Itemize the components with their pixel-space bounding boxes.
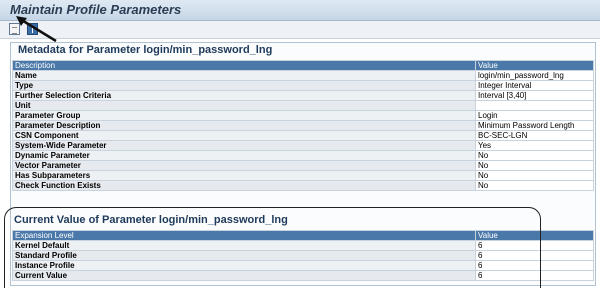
row-label: Standard Profile: [12, 250, 476, 261]
row-label: CSN Component: [12, 130, 476, 141]
column-header-value[interactable]: Value: [475, 230, 594, 241]
column-header-description[interactable]: Description: [12, 60, 476, 71]
row-label: Parameter Description: [12, 120, 476, 131]
table-row[interactable]: Name login/min_password_lng: [12, 70, 594, 81]
row-label: Further Selection Criteria: [12, 90, 476, 101]
row-value: [475, 100, 594, 111]
row-value: No: [475, 160, 594, 171]
row-label: Parameter Group: [12, 110, 476, 121]
row-label: Instance Profile: [12, 260, 476, 271]
row-value: No: [475, 150, 594, 161]
table-row[interactable]: System-Wide Parameter Yes: [12, 140, 594, 151]
table-row[interactable]: Parameter Description Minimum Password Le…: [12, 120, 594, 131]
column-header-value[interactable]: Value: [475, 60, 594, 71]
current-value-section-title: Current Value of Parameter login/min_pas…: [14, 214, 288, 226]
row-value: BC-SEC-LGN: [475, 130, 594, 141]
row-value: Yes: [475, 140, 594, 151]
row-value: 6: [475, 240, 594, 251]
table-row[interactable]: Check Function Exists No: [12, 180, 594, 191]
table-header-row: Expansion Level Value: [12, 230, 594, 241]
row-label: Vector Parameter: [12, 160, 476, 171]
row-label: Current Value: [12, 270, 476, 281]
row-label: Kernel Default: [12, 240, 476, 251]
table-row[interactable]: Standard Profile 6: [12, 250, 594, 261]
row-label: Name: [12, 70, 476, 81]
row-label: Type: [12, 80, 476, 91]
row-value: 6: [475, 270, 594, 281]
table-row[interactable]: Type Integer Interval: [12, 80, 594, 91]
row-label: Dynamic Parameter: [12, 150, 476, 161]
current-value-table: Expansion Level Value Kernel Default 6 St…: [12, 230, 594, 281]
row-label: System-Wide Parameter: [12, 140, 476, 151]
metadata-section-title: Metadata for Parameter login/min_passwor…: [18, 44, 273, 56]
table-row[interactable]: Dynamic Parameter No: [12, 150, 594, 161]
table-row[interactable]: Kernel Default 6: [12, 240, 594, 251]
row-value: Minimum Password Length: [475, 120, 594, 131]
row-value: Interval [3,40]: [475, 90, 594, 101]
title-bar: Maintain Profile Parameters: [0, 0, 600, 21]
row-value: No: [475, 170, 594, 181]
table-row[interactable]: Further Selection Criteria Interval [3,40…: [12, 90, 594, 101]
table-row[interactable]: Vector Parameter No: [12, 160, 594, 171]
table-row[interactable]: Current Value 6: [12, 270, 594, 281]
table-header-row: Description Value: [12, 60, 594, 71]
row-value: Login: [475, 110, 594, 121]
row-label: Has Subparameters: [12, 170, 476, 181]
table-row[interactable]: Unit: [12, 100, 594, 111]
row-value: 6: [475, 250, 594, 261]
table-row[interactable]: Parameter Group Login: [12, 110, 594, 121]
row-value: No: [475, 180, 594, 191]
row-value: 6: [475, 260, 594, 271]
row-value: Integer Interval: [475, 80, 594, 91]
arrow-annotation-icon: [16, 16, 57, 43]
column-header-expansion-level[interactable]: Expansion Level: [12, 230, 476, 241]
table-row[interactable]: Has Subparameters No: [12, 170, 594, 181]
table-row[interactable]: Instance Profile 6: [12, 260, 594, 271]
metadata-table: Description Value Name login/min_password…: [12, 60, 594, 191]
row-value: login/min_password_lng: [475, 70, 594, 81]
table-row[interactable]: CSN Component BC-SEC-LGN: [12, 130, 594, 141]
toolbar: [0, 21, 600, 39]
row-label: Unit: [12, 100, 476, 111]
row-label: Check Function Exists: [12, 180, 476, 191]
